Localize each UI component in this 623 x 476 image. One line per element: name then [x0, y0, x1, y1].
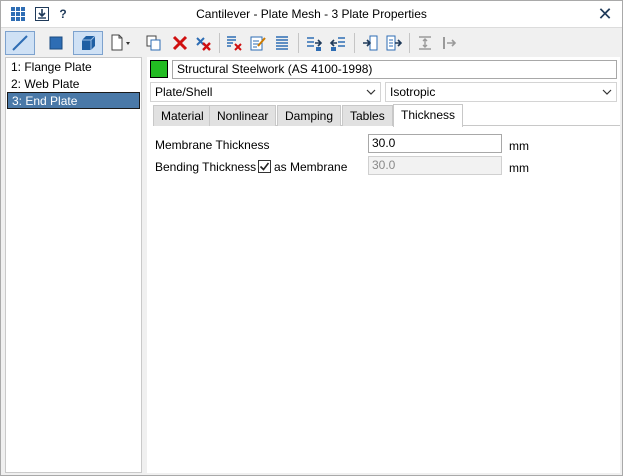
tab-material[interactable]: Material: [153, 105, 212, 126]
clear-icon: [227, 36, 242, 51]
insert-icon: [363, 35, 378, 51]
bending-thickness-label: Bending Thickness: [155, 160, 257, 174]
export-button[interactable]: [327, 31, 349, 55]
membrane-thickness-input[interactable]: 30.0: [368, 134, 502, 153]
plate-list[interactable]: 1: Flange Plate 2: Web Plate 3: End Plat…: [5, 57, 142, 473]
list-button[interactable]: [271, 31, 293, 55]
import-button[interactable]: [303, 31, 325, 55]
brick-icon: [82, 35, 96, 50]
new-button[interactable]: [107, 31, 135, 55]
list-item-selected[interactable]: 3: End Plate: [7, 92, 140, 109]
spacing-icon: [419, 36, 431, 50]
material-name-field[interactable]: Structural Steelwork (AS 4100-1998): [172, 60, 617, 79]
chevron-down-icon: [366, 83, 376, 106]
delete-button[interactable]: [169, 31, 191, 55]
close-button[interactable]: ✕: [594, 3, 616, 25]
membrane-unit: mm: [509, 139, 529, 153]
membrane-thickness-label: Membrane Thickness: [155, 138, 270, 152]
delete-all-icon: [196, 37, 211, 51]
list-item[interactable]: 1: Flange Plate: [7, 59, 140, 76]
new-document-icon: [111, 34, 130, 51]
tab-damping[interactable]: Damping: [277, 105, 342, 126]
export-icon: [329, 37, 345, 51]
output-button[interactable]: [383, 31, 405, 55]
close-icon: ✕: [597, 3, 613, 24]
insert-button[interactable]: [359, 31, 381, 55]
check-icon: [259, 162, 270, 171]
delete-unused-button[interactable]: [193, 31, 215, 55]
material-model-value: Isotropic: [390, 85, 436, 99]
toolbar-separator: [219, 33, 220, 53]
line-element-button[interactable]: [5, 31, 35, 55]
bending-unit: mm: [509, 161, 529, 175]
tab-nonlinear[interactable]: Nonlinear: [209, 105, 277, 126]
clear-button[interactable]: [223, 31, 245, 55]
plate-properties-window: ? Cantilever - Plate Mesh - 3 Plate Prop…: [0, 0, 623, 476]
as-membrane-checkbox[interactable]: [258, 160, 271, 173]
edit-icon: [250, 36, 266, 51]
output-icon: [386, 35, 403, 51]
material-model-dropdown[interactable]: Isotropic: [385, 82, 617, 102]
delete-icon: [172, 35, 188, 51]
tab-thickness[interactable]: Thickness: [393, 104, 464, 127]
brick-element-button[interactable]: [73, 31, 103, 55]
bending-thickness-input: 30.0: [368, 156, 502, 175]
step-icon: [443, 37, 457, 49]
toolbar: [1, 29, 622, 57]
as-membrane-label: as Membrane: [274, 160, 348, 174]
line-icon: [12, 35, 28, 51]
spacing-button[interactable]: [414, 31, 436, 55]
list-item[interactable]: 2: Web Plate: [7, 76, 140, 93]
toolbar-separator: [298, 33, 299, 53]
properties-panel: Structural Steelwork (AS 4100-1998) Plat…: [147, 57, 620, 473]
plate-icon: [49, 36, 63, 50]
chevron-down-icon: [602, 83, 612, 106]
step-button[interactable]: [438, 31, 460, 55]
element-type-dropdown[interactable]: Plate/Shell: [150, 82, 381, 102]
list-icon: [276, 36, 288, 50]
toolbar-separator: [354, 33, 355, 53]
import-icon: [307, 37, 323, 51]
tab-tables[interactable]: Tables: [342, 105, 393, 126]
element-type-value: Plate/Shell: [155, 85, 213, 99]
toolbar-separator: [409, 33, 410, 53]
window-title: Cantilever - Plate Mesh - 3 Plate Proper…: [196, 7, 427, 21]
title-bar: ? Cantilever - Plate Mesh - 3 Plate Prop…: [1, 1, 622, 28]
copy-icon: [146, 35, 161, 51]
plate-element-button[interactable]: [41, 31, 71, 55]
material-color-swatch[interactable]: [150, 60, 168, 78]
edit-button[interactable]: [247, 31, 269, 55]
copy-button[interactable]: [143, 31, 165, 55]
